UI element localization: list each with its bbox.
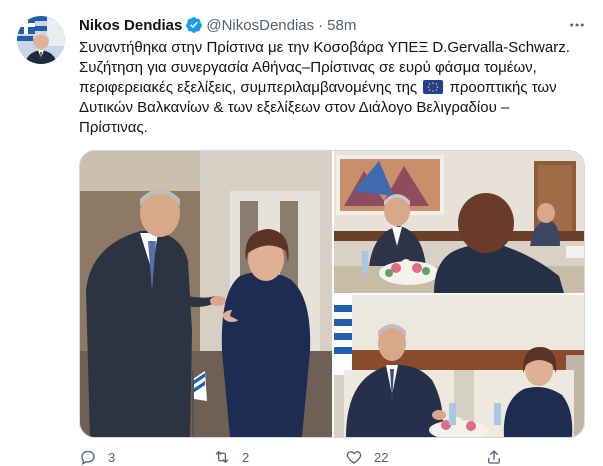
reply-button[interactable]: 3	[79, 448, 115, 466]
retweet-button[interactable]: 2	[213, 448, 249, 466]
photo-seated[interactable]	[334, 295, 584, 437]
reply-icon	[79, 448, 97, 466]
retweet-count: 2	[242, 449, 250, 465]
photo-meeting-table[interactable]	[334, 151, 584, 293]
tweet-header: Nikos Dendias @NikosDendias · 58m	[79, 14, 356, 36]
photo-handshake[interactable]	[80, 151, 332, 437]
avatar-image	[17, 16, 65, 64]
tweet-text-line-2: Συζήτηση για συνεργασία Αθήνας–Πρίστινας…	[79, 59, 537, 76]
tweet-text-line-4: Δυτικών Βαλκανίων & των εξελίξεων στον Δ…	[79, 99, 510, 116]
tweet-text-line-3: περιφερειακές εξελίξεις, συμπεριλαμβανομ…	[79, 78, 589, 98]
tweet-text-line-1: Συναντήθηκα στην Πρίστινα με την Κοσοβάρ…	[79, 39, 570, 56]
tweet-text: Συναντήθηκα στην Πρίστινα με την Κοσοβάρ…	[79, 38, 589, 138]
tweet-text-line-3b: προοπτικής των	[449, 79, 557, 96]
eu-flag-icon	[423, 80, 444, 94]
tweet-actions: 3 2 22	[79, 448, 599, 466]
reply-count: 3	[108, 449, 116, 465]
verified-badge-icon	[185, 16, 203, 34]
tweet-timestamp[interactable]: 58m	[327, 17, 356, 34]
tweet-text-line-3a: περιφερειακές εξελίξεις, συμπεριλαμβανομ…	[79, 79, 418, 96]
separator-dot: ·	[318, 16, 324, 34]
like-button[interactable]: 22	[345, 448, 388, 466]
media-grid	[79, 150, 585, 438]
avatar[interactable]	[17, 16, 65, 64]
author-name[interactable]: Nikos Dendias	[79, 17, 182, 34]
heart-icon	[345, 448, 363, 466]
more-icon[interactable]	[567, 15, 587, 35]
like-count: 22	[374, 449, 389, 465]
tweet-text-line-5: Πρίστινας.	[79, 119, 148, 136]
tweet[interactable]: Nikos Dendias @NikosDendias · 58m Συναντ…	[0, 0, 603, 466]
share-button[interactable]	[485, 448, 503, 466]
author-handle[interactable]: @NikosDendias	[206, 17, 314, 34]
retweet-icon	[213, 448, 231, 466]
share-icon	[485, 448, 503, 466]
